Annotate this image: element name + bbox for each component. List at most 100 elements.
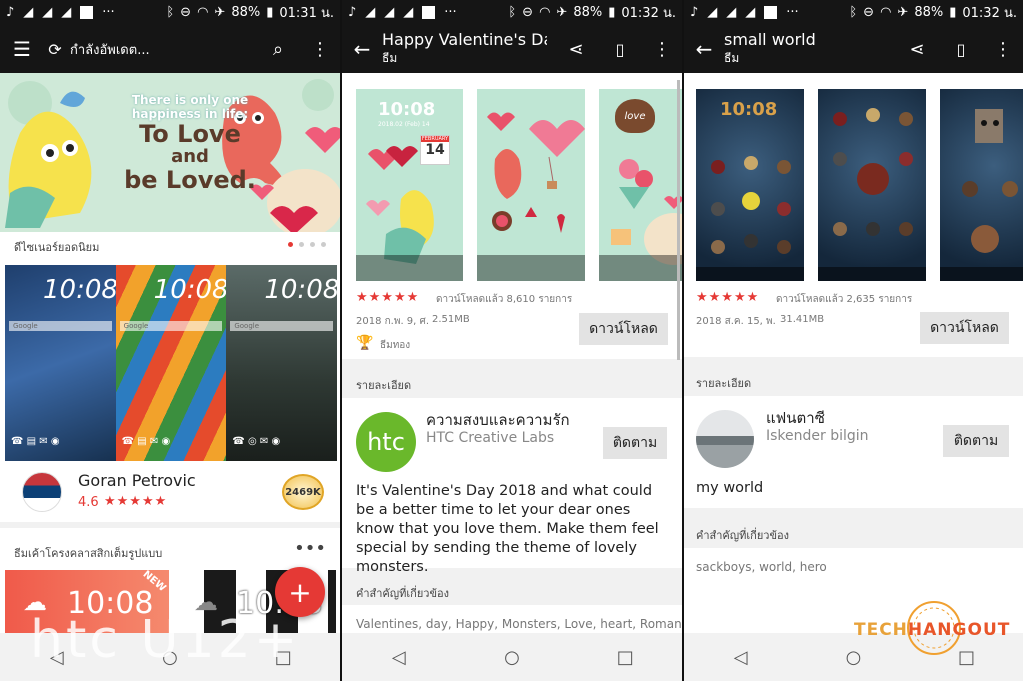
- search-icon[interactable]: ⌕: [256, 39, 300, 60]
- signal-icon: ◢: [61, 5, 72, 20]
- share-icon[interactable]: ⋖: [895, 39, 939, 60]
- keywords-list[interactable]: Valentines, day, Happy, Monsters, Love, …: [356, 617, 682, 631]
- back-arrow-icon[interactable]: ←: [342, 37, 382, 61]
- preview-appdrawer: [940, 89, 1023, 281]
- menu-icon[interactable]: ☰: [0, 37, 44, 61]
- preview-homescreen: [477, 89, 585, 281]
- author-logo[interactable]: htc: [356, 412, 416, 472]
- release-date: 2018 ส.ค. 15, พ.: [696, 316, 776, 327]
- valentine-art: [366, 146, 434, 264]
- photo-icon: [764, 6, 778, 19]
- home-nav-icon[interactable]: ○: [492, 647, 532, 668]
- music-icon: ♪: [6, 5, 15, 20]
- preview-dock: [599, 255, 682, 281]
- banner-line: happiness in life:: [131, 107, 249, 121]
- share-icon[interactable]: ⋖: [554, 39, 598, 60]
- status-bar: ♪ ◢ ◢ ◢ ··· ᛒ ⊖ ◠ ✈ 88% ▮ 01:31 น.: [0, 0, 340, 25]
- more-options-icon[interactable]: ⋮: [642, 39, 682, 60]
- back-arrow-icon[interactable]: ←: [684, 37, 724, 61]
- preview-dock: ☎ ◎ ✉ ◉: [232, 436, 281, 447]
- sackboy-art: [711, 156, 791, 254]
- more-options-icon[interactable]: ⋮: [300, 39, 340, 60]
- preview-dock: [818, 267, 926, 281]
- featured-banner[interactable]: There is only one happiness in life: To …: [0, 73, 340, 232]
- bookmark-icon[interactable]: ▯: [939, 40, 983, 59]
- dot: [321, 242, 326, 247]
- banner-line: and: [171, 146, 209, 167]
- back-nav-icon[interactable]: ◁: [379, 647, 419, 668]
- valentine-art: [611, 159, 682, 265]
- refresh-icon: ⟳: [48, 39, 62, 59]
- designers-section: ดีไซเนอร์ยอดนิยม 10:08 Google ☎ ▤ ✉ ◉ 10…: [0, 232, 340, 522]
- banner-line: be Loved.: [124, 166, 256, 194]
- preview-strip[interactable]: 10:08 2018.02 (Feb) 14 FEBRUARY 14 love: [356, 89, 682, 281]
- system-nav-bar: ◁ ○ □: [342, 633, 682, 681]
- designer-rating: 4.6: [78, 495, 99, 510]
- banner-line: There is only one: [131, 93, 249, 107]
- signal-icon: ◢: [726, 5, 737, 20]
- page-title: Happy Valentine's Day: [382, 30, 547, 49]
- logo-part2: HANGOUT: [907, 620, 1011, 640]
- signal-icon: ◢: [23, 5, 34, 20]
- bookmark-icon[interactable]: ▯: [598, 40, 642, 59]
- scrollbar[interactable]: [677, 80, 680, 360]
- author-card: แฟนตาซี Iskender bilgin ติดตาม my world: [684, 396, 1023, 508]
- preview-search-bar: Google: [230, 321, 334, 331]
- preview-dock: [696, 267, 804, 281]
- theme-summary: 10:08 ★★★★★ ดาวน์โหลดแล้ว 2,635 รายการ 2…: [684, 73, 1023, 357]
- preview-witch: 10:08 Google ☎ ◎ ✉ ◉: [226, 265, 339, 461]
- more-status-icon: ···: [444, 5, 457, 20]
- battery-percent: 88%: [231, 5, 261, 20]
- section-title: ธีมเค้าโครงคลาสสิกเต็มรูปแบบ: [14, 547, 163, 560]
- preview-dock: [356, 255, 463, 281]
- wifi-icon: ◠: [539, 5, 551, 20]
- download-button[interactable]: ดาวน์โหลด: [920, 312, 1009, 344]
- section-title: คำสำคัญที่เกี่ยวข้อง: [696, 529, 789, 542]
- author-name[interactable]: HTC Creative Labs: [426, 430, 554, 446]
- preview-clock: 10:08: [43, 275, 118, 305]
- preview-dock: [940, 267, 1023, 281]
- music-icon: ♪: [348, 5, 357, 20]
- title-block: Happy Valentine's Day ธีม: [382, 30, 547, 68]
- follow-button[interactable]: ติดตาม: [603, 427, 667, 459]
- designer-name[interactable]: Goran Petrovic: [78, 471, 196, 490]
- page-subtitle: ธีม: [382, 51, 398, 65]
- release-date: 2018 ก.พ. 9, ศ.: [356, 316, 430, 327]
- rating-stars: ★★★★★: [696, 290, 760, 305]
- designer-avatar: [22, 472, 62, 512]
- theme-description: my world: [696, 480, 764, 496]
- sackboy-art: [962, 109, 1018, 253]
- battery-icon: ▮: [266, 5, 274, 20]
- preview-dock: ☎ ▤ ✉ ◉: [11, 436, 60, 447]
- wifi-icon: ◠: [880, 5, 892, 20]
- download-count: ดาวน์โหลดแล้ว 8,610 รายการ: [436, 294, 573, 305]
- more-options-icon[interactable]: ⋮: [983, 39, 1023, 60]
- more-status-icon: ···: [786, 5, 799, 20]
- dot: [299, 242, 304, 247]
- clock: 01:32 น.: [621, 6, 676, 21]
- preview-lockscreen: 10:08: [696, 89, 804, 281]
- author-name[interactable]: Iskender bilgin: [766, 428, 869, 444]
- author-title: แฟนตาซี: [766, 409, 825, 427]
- updating-text: กำลังอัพเดต...: [70, 42, 150, 58]
- follow-button[interactable]: ติดตาม: [943, 425, 1009, 457]
- preview-strip[interactable]: 10:08: [696, 89, 1023, 281]
- file-size: 31.41MB: [780, 314, 825, 325]
- keywords-list[interactable]: sackboys, world, hero: [696, 560, 827, 574]
- back-nav-icon[interactable]: ◁: [721, 647, 761, 668]
- carousel-dots: [288, 242, 326, 247]
- author-avatar[interactable]: [696, 410, 754, 468]
- designer-previews[interactable]: 10:08 Google ☎ ▤ ✉ ◉ 10:08 Google ☎ ▤ ✉ …: [5, 265, 339, 461]
- recents-nav-icon[interactable]: □: [605, 647, 645, 668]
- battery-percent: 88%: [914, 5, 944, 20]
- title-block: small world ธีม: [724, 30, 816, 68]
- preview-homescreen: [818, 89, 926, 281]
- section-title: รายละเอียด: [696, 377, 752, 390]
- clock: 01:32 น.: [962, 6, 1017, 21]
- panel-theme-home: ♪ ◢ ◢ ◢ ··· ᛒ ⊖ ◠ ✈ 88% ▮ 01:31 น. ☰ ⟳ ก…: [0, 0, 340, 681]
- section-title: ดีไซเนอร์ยอดนิยม: [14, 241, 100, 254]
- theme-description: It's Valentine's Day 2018 and what could…: [356, 483, 659, 575]
- download-button[interactable]: ดาวน์โหลด: [579, 313, 668, 345]
- airplane-icon: ✈: [556, 5, 568, 20]
- section-more-icon[interactable]: •••: [294, 538, 326, 559]
